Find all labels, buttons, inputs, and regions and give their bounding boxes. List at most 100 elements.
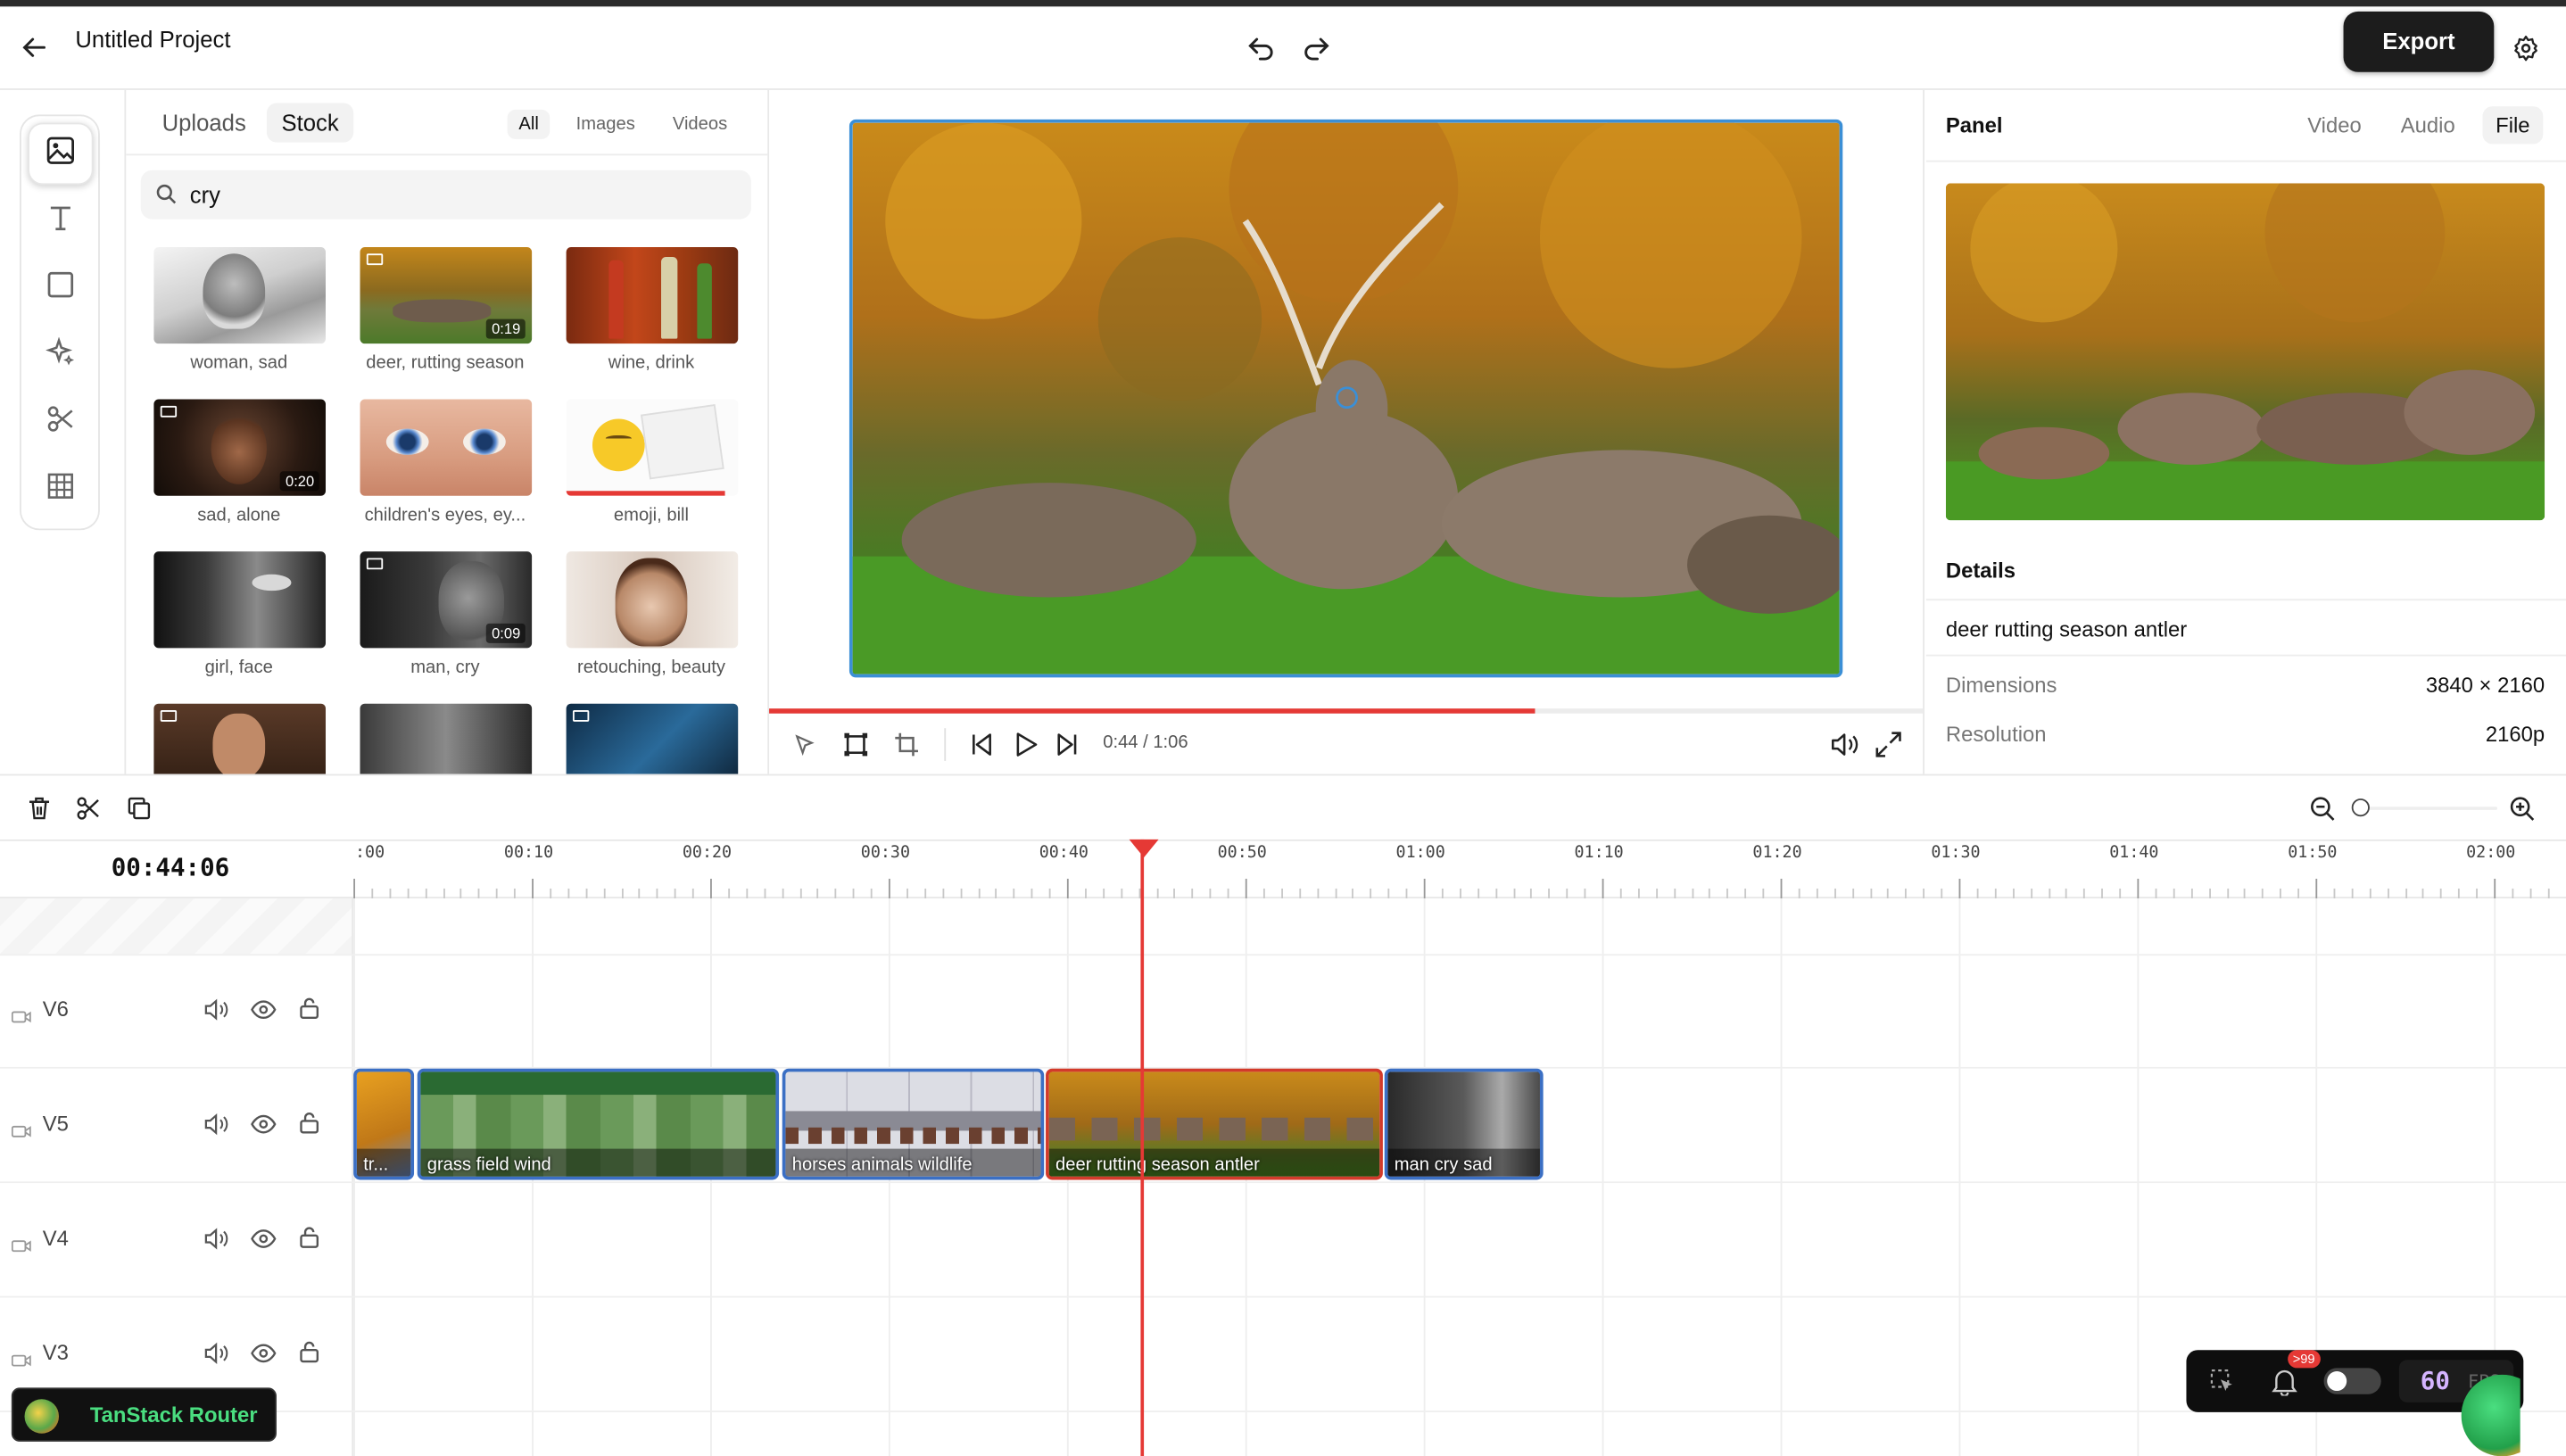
text-tool-button[interactable] — [28, 190, 93, 252]
track-volume-icon[interactable] — [203, 1228, 228, 1259]
floating-logo[interactable] — [2461, 1374, 2520, 1456]
media-thumb-emoji-bill[interactable] — [566, 399, 739, 496]
select-arrow-icon[interactable] — [794, 733, 817, 757]
bell-icon[interactable] — [2272, 1367, 2297, 1404]
tab-uploads[interactable]: Uploads — [149, 103, 260, 143]
media-thumb-woman-sad[interactable] — [153, 246, 327, 344]
tab-file[interactable]: File — [2482, 106, 2544, 145]
media-tool-button[interactable] — [28, 122, 94, 186]
crop-icon[interactable] — [893, 732, 919, 757]
track-visibility-eye-icon[interactable] — [251, 1228, 277, 1259]
timeline-clip[interactable]: man cry sad — [1384, 1068, 1544, 1180]
ruler-tick — [2351, 888, 2354, 898]
tab-video[interactable]: Video — [2307, 113, 2362, 138]
media-thumb-retouching[interactable] — [566, 551, 739, 649]
video-track-icon — [11, 1232, 31, 1262]
project-title[interactable]: Untitled Project — [75, 26, 230, 52]
search-input[interactable]: cry — [190, 182, 220, 208]
duration-badge: 0:09 — [486, 623, 526, 643]
media-thumb[interactable] — [566, 703, 739, 774]
cut-tool-button[interactable] — [28, 391, 93, 453]
ruler-label: 00:20 — [682, 844, 733, 863]
video-canvas[interactable] — [848, 119, 1843, 678]
ruler-tick — [2280, 888, 2282, 898]
timeline-clip[interactable]: grass field wind — [417, 1068, 780, 1180]
duration-badge: 0:19 — [486, 318, 526, 339]
media-thumb[interactable] — [360, 703, 533, 774]
trash-icon[interactable] — [26, 795, 52, 821]
ruler-tick — [1405, 888, 1408, 898]
video-track-icon — [11, 1118, 31, 1147]
undo-icon[interactable] — [1247, 35, 1277, 61]
transform-icon[interactable] — [843, 732, 869, 757]
track-volume-icon[interactable] — [203, 1113, 228, 1144]
ruler-tick — [2422, 888, 2425, 898]
split-scissors-icon[interactable] — [75, 795, 101, 821]
ruler-tick — [1245, 878, 1247, 898]
zoom-slider[interactable] — [2356, 807, 2497, 810]
media-thumb-wine[interactable] — [566, 246, 739, 344]
ruler-tick — [2262, 888, 2264, 898]
shape-tool-button[interactable] — [28, 257, 93, 319]
search-box[interactable]: cry — [140, 170, 751, 219]
track-lock-icon[interactable] — [298, 997, 321, 1028]
clip-label: horses animals wildlife — [791, 1154, 973, 1175]
fullscreen-icon[interactable] — [1875, 732, 1901, 757]
skip-back-icon[interactable] — [969, 732, 995, 757]
track-volume-icon[interactable] — [203, 998, 228, 1030]
tanstack-router-devtools-button[interactable]: TanStack Router — [11, 1387, 277, 1442]
timeline-clip[interactable]: tr... — [353, 1068, 415, 1180]
filter-videos[interactable]: Videos — [661, 110, 739, 139]
settings-gear-icon[interactable] — [2512, 35, 2539, 62]
ruler-tick — [2208, 888, 2211, 898]
track-name: V3 — [42, 1340, 69, 1365]
toggle-switch[interactable] — [2323, 1368, 2381, 1394]
redo-icon[interactable] — [1301, 35, 1330, 61]
ruler-tick — [657, 888, 658, 898]
clip-label: man cry sad — [1394, 1154, 1493, 1175]
volume-icon[interactable] — [1830, 732, 1859, 757]
export-button[interactable]: Export — [2343, 11, 2495, 72]
ruler-tick — [2155, 888, 2157, 898]
media-thumb-childrens-eyes[interactable] — [360, 399, 533, 496]
playhead-handle[interactable] — [1129, 839, 1159, 858]
notification-badge: >99 — [2288, 1350, 2321, 1369]
track-lock-icon[interactable] — [298, 1111, 321, 1142]
track-lock-icon[interactable] — [298, 1340, 321, 1371]
filter-all[interactable]: All — [507, 109, 550, 139]
playhead[interactable] — [1140, 839, 1145, 1456]
duplicate-icon[interactable] — [126, 795, 152, 821]
ruler-tick — [1780, 878, 1783, 898]
media-thumb[interactable] — [153, 703, 327, 774]
zoom-out-icon[interactable] — [2309, 795, 2335, 821]
tab-audio[interactable]: Audio — [2401, 113, 2455, 138]
track-lock-icon[interactable] — [298, 1226, 321, 1257]
track-visibility-eye-icon[interactable] — [251, 1113, 277, 1144]
ruler-label: 02:00 — [2466, 844, 2516, 863]
media-thumb-deer[interactable]: 0:19 — [360, 246, 533, 344]
timeline-clip-selected[interactable]: deer rutting season antler — [1046, 1068, 1383, 1180]
tab-stock[interactable]: Stock — [266, 103, 354, 143]
skip-forward-icon[interactable] — [1054, 732, 1080, 757]
ruler-tick — [1566, 888, 1569, 898]
media-thumb-man-cry[interactable]: 0:09 — [360, 551, 533, 649]
ruler-tick — [1155, 888, 1158, 898]
media-thumb-girl-face[interactable] — [153, 551, 327, 649]
track-visibility-eye-icon[interactable] — [251, 998, 277, 1030]
zoom-slider-handle[interactable] — [2351, 798, 2370, 817]
ruler-tick — [2547, 888, 2550, 898]
inspect-select-icon[interactable] — [2209, 1368, 2235, 1402]
track-volume-icon[interactable] — [203, 1342, 228, 1373]
play-icon[interactable] — [1013, 732, 1039, 757]
ruler-tick — [567, 888, 569, 898]
filter-images[interactable]: Images — [565, 110, 647, 139]
grid-tool-button[interactable] — [28, 459, 93, 521]
track-visibility-eye-icon[interactable] — [251, 1342, 277, 1373]
grid-line — [2137, 898, 2140, 1456]
timeline-clip[interactable]: horses animals wildlife — [782, 1068, 1045, 1180]
zoom-in-icon[interactable] — [2509, 795, 2535, 821]
back-arrow-icon[interactable] — [21, 35, 47, 61]
media-thumb-sad-alone[interactable]: 0:20 — [153, 399, 327, 496]
effects-tool-button[interactable] — [28, 324, 93, 386]
ruler-tick — [1102, 888, 1105, 898]
